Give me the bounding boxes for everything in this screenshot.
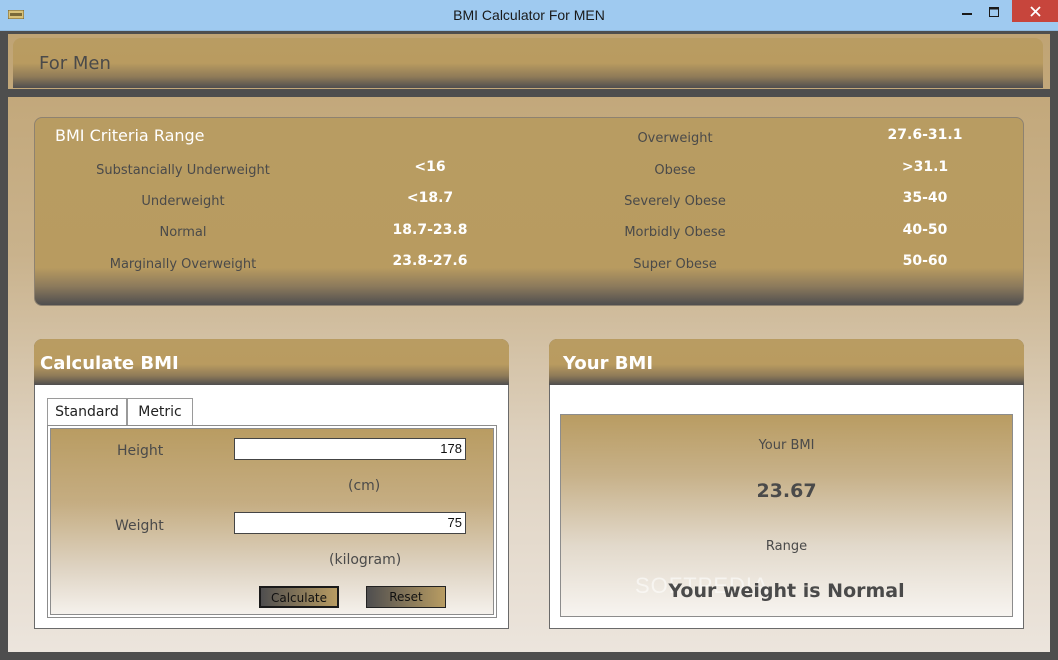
calculate-panel-header: Calculate BMI [34,339,509,385]
height-label: Height [117,443,164,459]
criteria-label: Super Obese [633,257,717,272]
weight-label: Weight [115,518,164,534]
window-titlebar: BMI Calculator For MEN [0,0,1058,31]
metric-form: Height 178 (cm) Weight 75 (kilogram) Cal… [50,428,494,615]
your-bmi-panel: Your BMI Your BMI 23.67 Range SOFTPEDIA … [549,339,1024,629]
criteria-value: 27.6-31.1 [887,127,963,143]
criteria-label: Underweight [141,194,225,209]
close-button[interactable] [1012,0,1058,22]
metric-tab-panel: Height 178 (cm) Weight 75 (kilogram) Cal… [47,425,497,618]
minimize-icon [962,13,972,15]
bmi-label: Your BMI [758,438,815,453]
criteria-value: <16 [414,159,446,175]
criteria-panel: BMI Criteria Range Substancially Underwe… [34,117,1024,306]
calculate-button[interactable]: Calculate [259,586,339,608]
your-bmi-panel-header: Your BMI [549,339,1024,385]
criteria-label: Substancially Underweight [96,163,270,178]
criteria-label: Severely Obese [624,194,726,209]
criteria-label: Morbidly Obese [624,225,726,240]
bmi-result-box: Your BMI 23.67 Range SOFTPEDIA Your weig… [560,414,1013,617]
criteria-value: 18.7-23.8 [392,222,468,238]
header-title: For Men [39,53,111,74]
client-area: For Men BMI Criteria Range Substancially… [8,34,1050,652]
criteria-label: Normal [159,225,207,240]
header-divider [8,89,1050,97]
tab-standard[interactable]: Standard [47,398,127,425]
criteria-value: 23.8-27.6 [392,253,468,269]
height-input[interactable]: 178 [234,438,466,460]
minimize-button[interactable] [954,0,980,24]
criteria-value: 50-60 [902,253,948,269]
weight-unit: (kilogram) [329,552,402,568]
criteria-title: BMI Criteria Range [55,126,205,145]
range-label: Range [765,539,808,554]
calculate-title: Calculate BMI [40,353,179,374]
criteria-label: Obese [654,163,696,178]
window-frame: For Men BMI Criteria Range Substancially… [0,31,1058,660]
reset-button[interactable]: Reset [366,586,446,608]
tab-metric[interactable]: Metric [127,398,193,425]
weight-input[interactable]: 75 [234,512,466,534]
app-header: For Men [13,38,1043,88]
window-title: BMI Calculator For MEN [453,7,605,23]
calculate-panel: Calculate BMI Standard Metric Height 178… [34,339,509,629]
criteria-value: 40-50 [902,222,948,238]
criteria-label: Marginally Overweight [109,257,257,272]
bmi-value: 23.67 [756,480,817,502]
maximize-button[interactable] [981,0,1007,24]
range-result: Your weight is Normal [668,580,905,602]
criteria-value: <18.7 [406,190,454,206]
maximize-icon [989,7,999,17]
height-unit: (cm) [348,478,381,494]
criteria-value: 35-40 [902,190,948,206]
criteria-label: Overweight [637,131,713,146]
criteria-value: >31.1 [901,159,949,175]
your-bmi-title: Your BMI [563,353,654,374]
close-icon [1029,5,1041,17]
